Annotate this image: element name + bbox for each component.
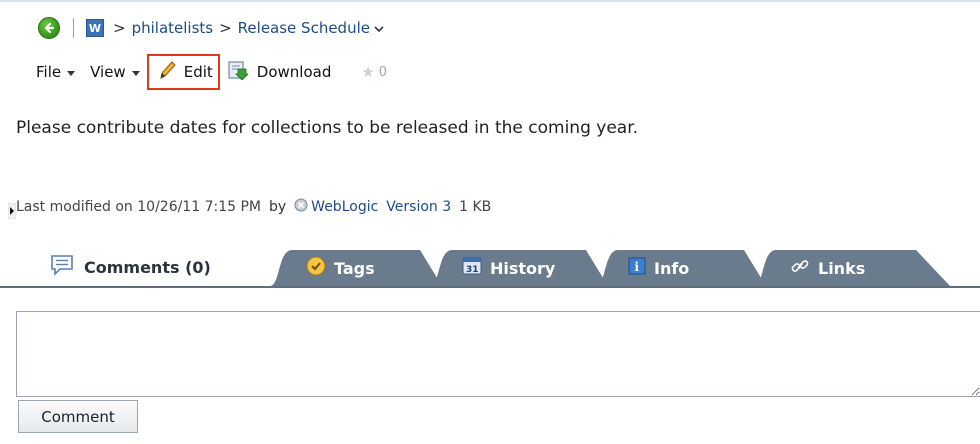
tab-comments-label: Comments (0) xyxy=(84,257,211,277)
breadcrumb-separator: > xyxy=(113,19,126,37)
rating-count: 0 xyxy=(378,64,388,80)
version-link[interactable]: Version 3 xyxy=(386,199,451,215)
tab-tags-label: Tags xyxy=(334,258,375,278)
info-icon: i xyxy=(628,257,646,279)
link-icon xyxy=(790,256,810,280)
view-menu[interactable]: View xyxy=(90,63,140,81)
breadcrumb-separator: > xyxy=(219,19,232,37)
comment-icon xyxy=(50,254,74,280)
download-button[interactable]: Download xyxy=(228,60,332,84)
edit-label: Edit xyxy=(183,63,213,81)
download-icon xyxy=(228,60,249,84)
caret-down-icon xyxy=(67,70,76,76)
page-description: Please contribute dates for collections … xyxy=(16,118,639,138)
star-icon[interactable]: ★ xyxy=(361,63,374,81)
file-size: 1 KB xyxy=(459,199,492,215)
back-icon[interactable] xyxy=(38,17,60,39)
tab-comments[interactable]: Comments (0) xyxy=(50,252,211,282)
modified-by-label: by xyxy=(269,199,287,215)
breadcrumb-divider xyxy=(73,18,74,38)
modified-date: Last modified on 10/26/11 7:15 PM xyxy=(16,199,261,215)
svg-text:i: i xyxy=(635,260,640,274)
toolbar: File View Edit Download ★ 0 xyxy=(36,53,387,91)
breadcrumb-item-philatelists[interactable]: philatelists xyxy=(132,19,214,37)
tab-info-label: Info xyxy=(654,258,690,278)
edit-button[interactable]: Edit xyxy=(146,54,220,90)
comment-input[interactable] xyxy=(16,311,980,397)
view-menu-label: View xyxy=(90,63,126,81)
pencil-icon xyxy=(158,59,178,85)
comment-button[interactable]: Comment xyxy=(18,400,138,433)
tab-bar-divider xyxy=(0,286,980,288)
svg-text:31: 31 xyxy=(466,265,479,275)
modified-user-link[interactable]: WebLogic xyxy=(311,199,378,215)
file-menu-label: File xyxy=(36,63,62,81)
modified-info: Last modified on 10/26/11 7:15 PM by Web… xyxy=(16,196,491,218)
user-icon xyxy=(294,198,308,216)
wiki-icon: W xyxy=(86,19,104,37)
top-border xyxy=(0,0,980,2)
tab-history-label: History xyxy=(490,258,556,278)
tab-links-label: Links xyxy=(818,258,866,278)
tag-icon xyxy=(306,256,326,280)
caret-down-icon xyxy=(131,70,140,76)
chevron-down-icon[interactable] xyxy=(374,19,384,37)
breadcrumb: W > philatelists > Release Schedule xyxy=(38,15,384,41)
side-panel-handle-icon[interactable] xyxy=(7,202,17,220)
rating[interactable]: ★ 0 xyxy=(361,63,387,81)
download-label: Download xyxy=(256,63,332,81)
file-menu[interactable]: File xyxy=(36,63,76,81)
breadcrumb-item-release-schedule[interactable]: Release Schedule xyxy=(238,19,370,37)
history-icon: 31 xyxy=(462,257,482,279)
tab-bar: Comments (0) Tags 31 History i Info Link… xyxy=(0,244,980,288)
